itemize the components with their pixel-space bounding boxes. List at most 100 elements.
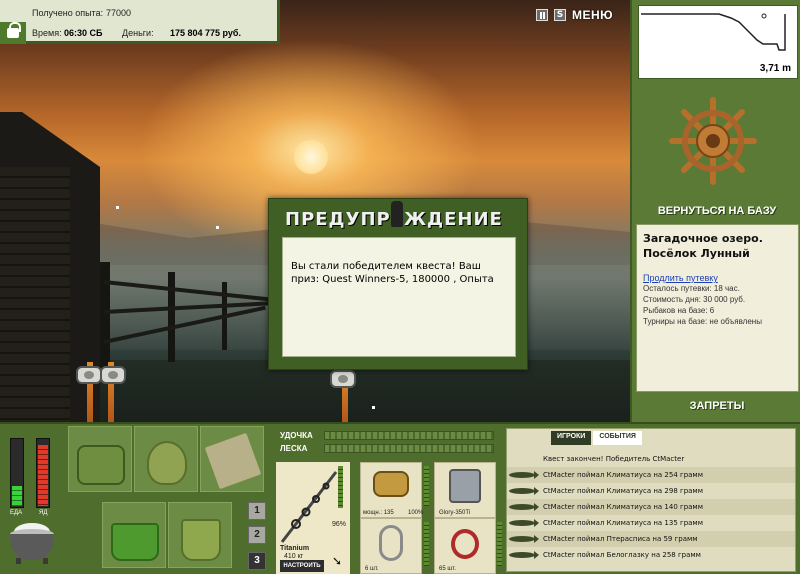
money-label: Деньги:	[122, 28, 154, 38]
log-text: CtMacter поймал Климатиуса на 135 грамм	[543, 519, 703, 527]
inventory-slot-bag[interactable]	[68, 426, 132, 492]
food-basket-icon	[111, 523, 159, 561]
lock-button[interactable]	[0, 22, 26, 44]
tournaments: Турниры на базе: не объявлены	[643, 317, 762, 326]
top-controls: S МЕНЮ	[536, 7, 613, 23]
bait-bar	[497, 522, 502, 566]
inventory-slot-bucket[interactable]	[168, 502, 232, 568]
log-row: CtMacter поймал Птерасписа на 59 грамм	[507, 531, 795, 547]
poison-meter-fill	[38, 444, 48, 506]
permit-remaining: Осталось путевки: 18 час.	[643, 284, 740, 293]
fish-icon	[509, 487, 539, 495]
line-slot[interactable]: Glory-350Ti	[434, 462, 496, 518]
rod-label: УДОЧКА	[280, 431, 313, 440]
day-cost: Стоимость дня: 30 000 руб.	[643, 295, 746, 304]
right-sidebar: 3,71 m ВЕРНУТЬСЯ НА БАЗУ Загадочное озер…	[630, 0, 800, 422]
bait-sack-icon	[147, 441, 187, 485]
tackle-bag-icon	[77, 445, 125, 485]
fish-icon	[509, 535, 539, 543]
sun	[294, 140, 328, 174]
log-text: CtMacter поймал Климатиуса на 298 грамм	[543, 487, 703, 495]
inventory-slot-sack[interactable]	[134, 426, 198, 492]
fence-post	[168, 272, 175, 362]
log-text: CtMacter поймал Белоглазку на 258 грамм	[543, 551, 701, 559]
poison-label: ЯД	[39, 510, 48, 516]
dialog-message: Вы стали победителем квеста! Ваш приз: Q…	[282, 237, 516, 357]
poison-meter	[36, 438, 50, 508]
hook-icon	[379, 525, 403, 561]
experience-value: 77000	[106, 8, 132, 18]
depth-value: 3,71 m	[759, 63, 791, 74]
line-name: Glory-350Ti	[439, 510, 471, 516]
log-row: CtMacter поймал Климатиуса на 298 грамм	[507, 483, 795, 499]
bans-button[interactable]: ЗАПРЕТЫ	[632, 400, 800, 412]
reel-icon	[330, 370, 356, 388]
rod-tension-bar	[324, 431, 494, 440]
experience-label: Получено опыта:	[32, 8, 104, 18]
player-status-panel: Получено опыта: 77000 Время: 06:30 СБ Де…	[0, 0, 280, 44]
reel-durability-bar	[424, 466, 429, 506]
float-marker[interactable]	[116, 206, 119, 209]
time-label: Время:	[32, 28, 62, 38]
warning-dialog[interactable]: ПРЕДУПРЕЖДЕНИЕ Вы стали победителем квес…	[268, 198, 528, 370]
map-icon	[204, 432, 262, 490]
rod-durability-bar	[338, 466, 343, 508]
log-text: CtMacter поймал Климатиуса на 254 грамм	[543, 471, 703, 479]
inventory-page-1[interactable]: 1	[248, 502, 266, 520]
bottom-bar: ЕДА ЯД 1 2 3 УДОЧКА ЛЕСКА Titanium 410 к…	[0, 422, 800, 574]
line-spool-icon	[449, 469, 481, 503]
log-list: Квест закончен! Победитель CtMacter CtMa…	[507, 451, 795, 563]
tackle-panel: УДОЧКА ЛЕСКА Titanium 410 кг 96% НАСТРОИ…	[276, 426, 502, 574]
log-text: Квест закончен! Победитель CtMacter	[543, 455, 685, 463]
bait-slot[interactable]: 65 шт.	[434, 518, 496, 574]
tab-events[interactable]: СОБЫТИЯ	[593, 431, 642, 445]
inventory-slot-map[interactable]	[200, 426, 264, 492]
event-log: ИГРОКИ СОБЫТИЯ Квест закончен! Победител…	[506, 428, 796, 572]
float-position-marker	[761, 13, 767, 19]
log-row: CtMacter поймал Белоглазку на 258 грамм	[507, 547, 795, 563]
log-row: CtMacter поймал Климатиуса на 254 грамм	[507, 467, 795, 483]
float-marker[interactable]	[216, 226, 219, 229]
log-row: CtMacter поймал Климатиуса на 140 грамм	[507, 499, 795, 515]
lock-icon	[7, 22, 21, 38]
pause-icon[interactable]	[536, 9, 548, 21]
tab-players[interactable]: ИГРОКИ	[551, 431, 592, 445]
worm-bait-icon	[451, 529, 479, 559]
fish-icon	[509, 503, 539, 511]
inventory-page-3[interactable]: 3	[248, 552, 266, 570]
food-meter	[10, 438, 24, 508]
reel-power: мощн.: 135	[363, 510, 394, 516]
log-text: CtMacter поймал Климатиуса на 140 грамм	[543, 503, 703, 511]
fish-icon	[391, 201, 403, 227]
return-to-base-button[interactable]: ВЕРНУТЬСЯ НА БАЗУ	[632, 205, 800, 217]
log-row: Квест закончен! Победитель CtMacter	[507, 451, 795, 467]
money-value: 175 804 775 руб.	[170, 28, 241, 38]
hook-slot[interactable]: 6 шт.	[360, 518, 422, 574]
fish-icon	[509, 551, 539, 559]
extend-permit-link[interactable]: Продлить путевку	[643, 273, 792, 283]
log-text: CtMacter поймал Птерасписа на 59 грамм	[543, 535, 698, 543]
log-tabs: ИГРОКИ СОБЫТИЯ	[551, 431, 642, 445]
cooking-pot-icon[interactable]	[8, 520, 56, 564]
line-label: ЛЕСКА	[280, 444, 308, 453]
menu-button[interactable]: МЕНЮ	[572, 8, 613, 22]
log-row: CtMacter поймал Климатиуса на 135 грамм	[507, 515, 795, 531]
ship-wheel-icon[interactable]	[668, 96, 758, 186]
vitals-meters: ЕДА ЯД	[6, 430, 60, 516]
hook-count: 6 шт.	[365, 566, 379, 572]
fish-icon	[509, 471, 539, 479]
inventory-page-2[interactable]: 2	[248, 526, 266, 544]
sound-icon[interactable]: S	[554, 9, 566, 21]
inventory-grid	[66, 426, 272, 574]
hook-bar	[424, 522, 429, 566]
rod-durability: 96%	[332, 521, 347, 528]
tune-button[interactable]: НАСТРОИТЬ	[280, 560, 324, 572]
float-marker[interactable]	[372, 406, 375, 409]
reel-item-icon	[373, 471, 409, 497]
inventory-slot-basket[interactable]	[102, 502, 166, 568]
fish-icon	[509, 519, 539, 527]
depth-map[interactable]: 3,71 m	[638, 5, 798, 79]
food-label: ЕДА	[10, 510, 23, 516]
arrow-icon: ➘	[332, 554, 343, 568]
food-meter-fill	[12, 485, 22, 506]
